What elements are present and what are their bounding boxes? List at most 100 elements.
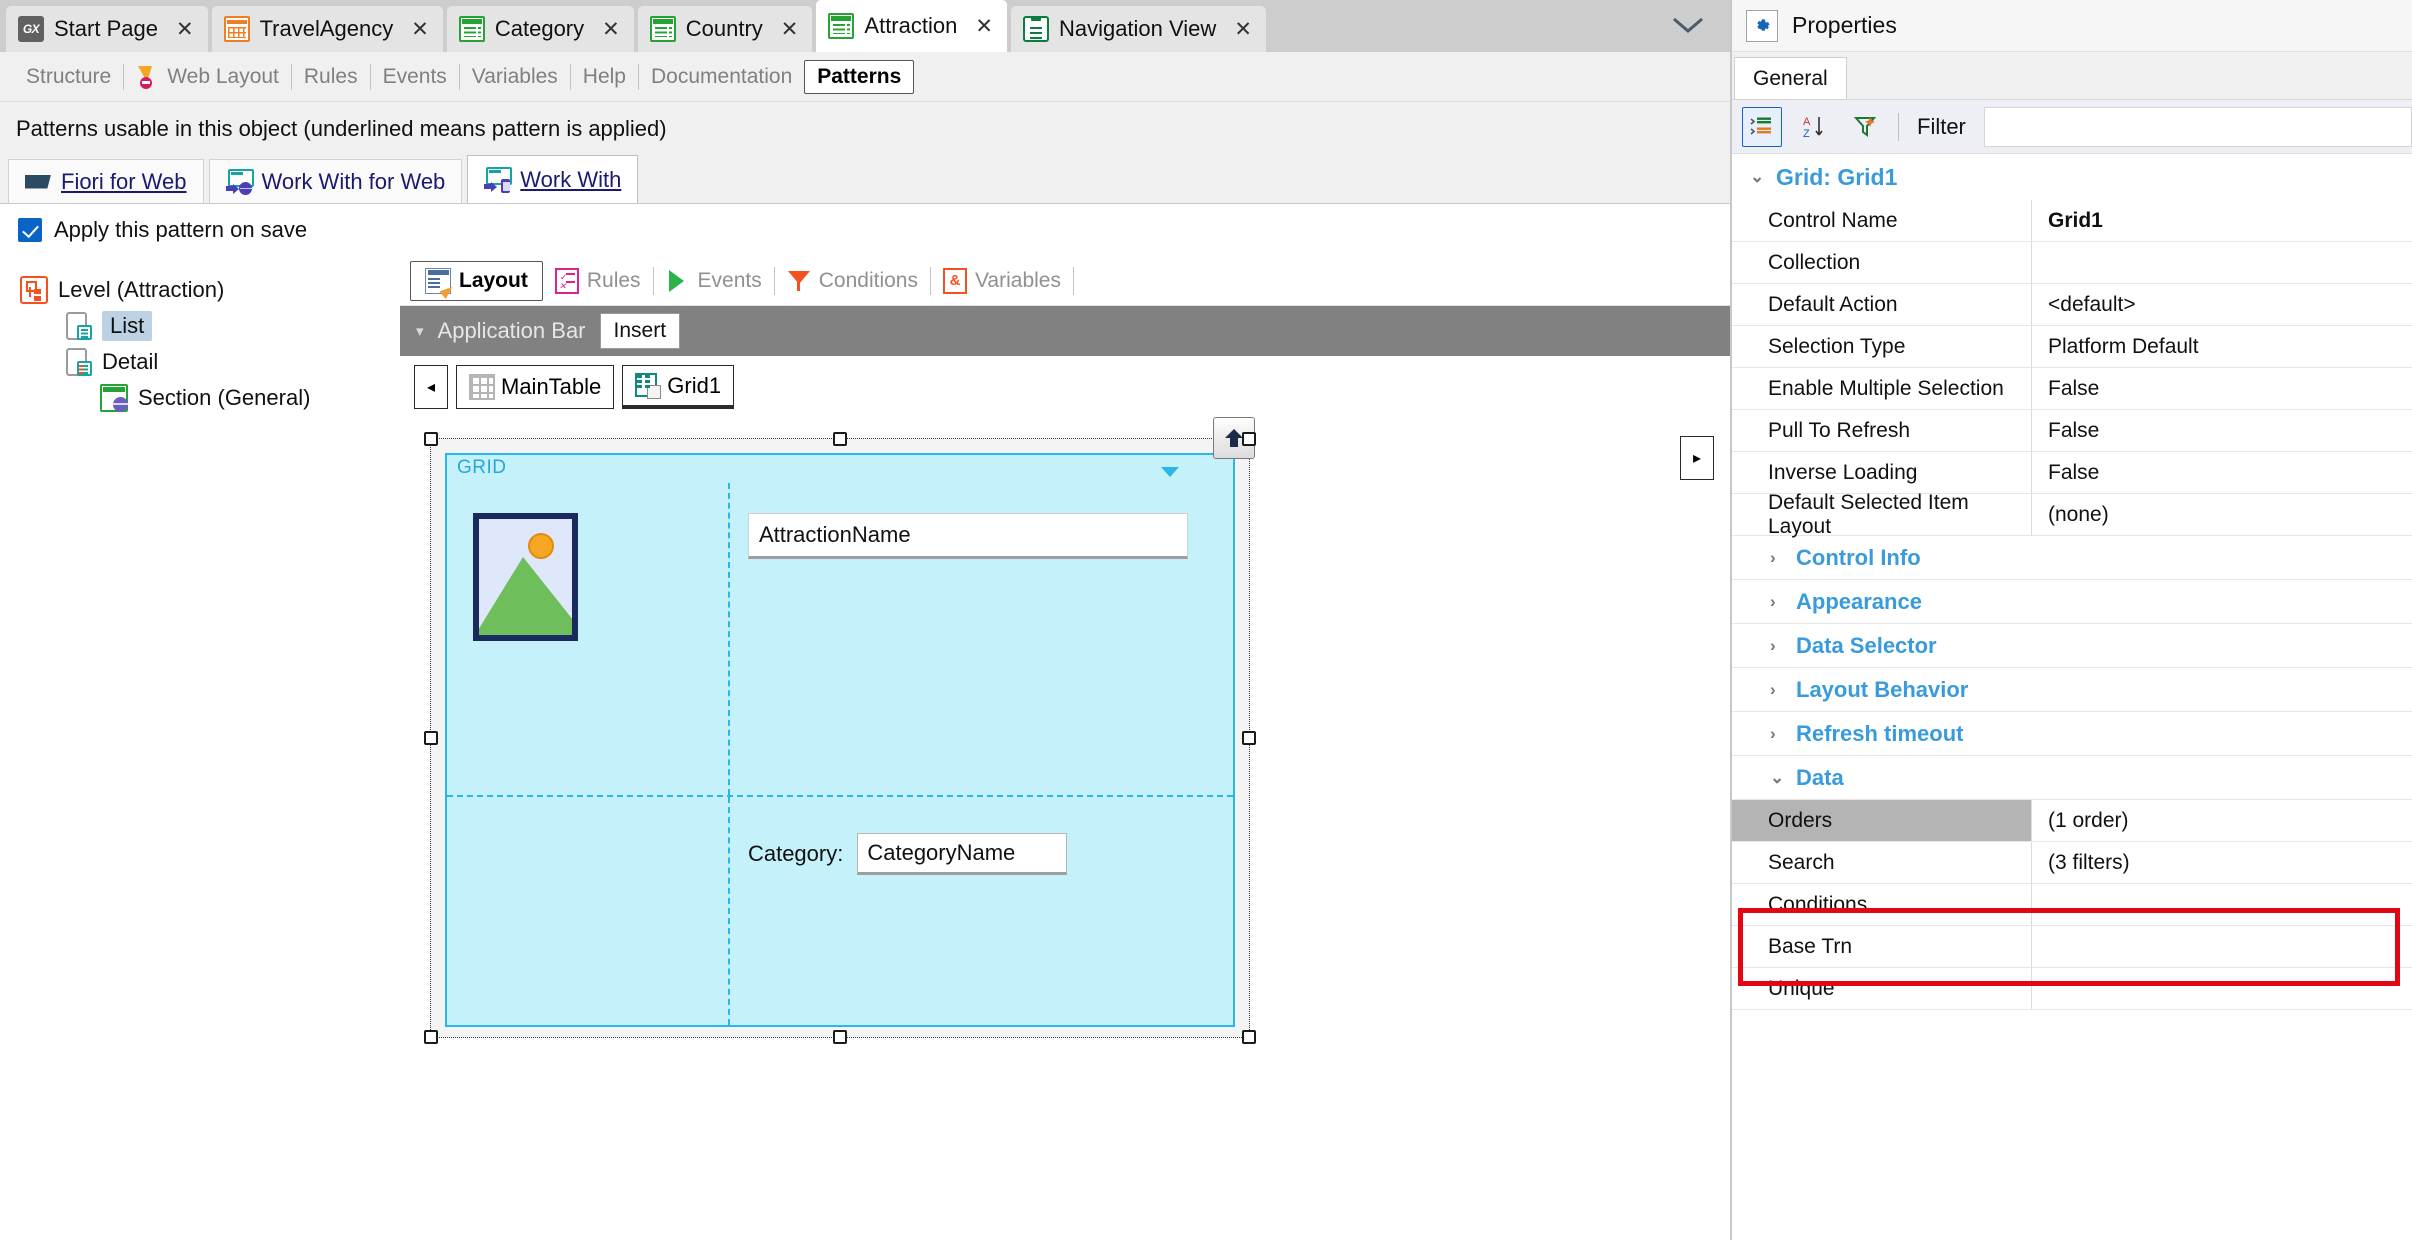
breadcrumb-item-maintable[interactable]: MainTable — [456, 365, 615, 409]
filter-input[interactable] — [1983, 106, 2412, 147]
tab-label: Start Page — [54, 16, 158, 41]
tab-navigation-view[interactable]: Navigation View ✕ — [1010, 6, 1266, 52]
property-row-default-selected-item-layout[interactable]: Default Selected Item Layout (none) — [1732, 491, 2412, 538]
objtab-documentation[interactable]: Documentation — [639, 65, 804, 89]
objtab-structure[interactable]: Structure — [14, 65, 123, 89]
properties-group-header[interactable]: ⌄ Grid: Grid1 — [1732, 154, 2412, 200]
property-value[interactable] — [2032, 884, 2412, 925]
property-subgroup-data-selector[interactable]: › Data Selector — [1732, 624, 2412, 668]
close-icon[interactable]: ✕ — [602, 19, 620, 40]
resize-handle-br[interactable] — [1242, 1030, 1256, 1044]
sort-az-icon[interactable]: A Z — [1794, 107, 1834, 147]
funnel-icon[interactable] — [1846, 107, 1886, 147]
breadcrumb-item-grid1[interactable]: Grid1 — [622, 365, 735, 409]
designer-tab-variables[interactable]: & Variables — [931, 267, 1073, 294]
close-icon[interactable]: ✕ — [1234, 19, 1252, 40]
tab-start-page[interactable]: GX Start Page ✕ — [6, 6, 208, 52]
tree-node-list[interactable]: List — [20, 308, 400, 344]
chevron-down-icon[interactable] — [1666, 8, 1710, 42]
close-icon[interactable]: ✕ — [781, 19, 799, 40]
property-value[interactable] — [2032, 968, 2412, 1009]
grid-cell-attraction-name[interactable]: AttractionName — [730, 483, 1233, 795]
objtab-events[interactable]: Events — [371, 65, 459, 89]
property-row-orders[interactable]: Orders (1 order) — [1732, 800, 2412, 842]
objtab-web-layout[interactable]: Web Layout — [124, 65, 291, 89]
property-subgroup-refresh-timeout[interactable]: › Refresh timeout — [1732, 712, 2412, 756]
objtab-patterns[interactable]: Patterns — [804, 59, 915, 94]
attraction-name-field[interactable]: AttractionName — [747, 513, 1188, 559]
insert-button[interactable]: Insert — [599, 313, 681, 349]
resize-handle-tl[interactable] — [424, 432, 438, 446]
tree-node-detail[interactable]: Detail — [20, 344, 400, 380]
property-row-base-trn[interactable]: Base Trn — [1732, 926, 2412, 968]
tab-travelagency[interactable]: TravelAgency ✕ — [211, 6, 443, 52]
tab-category[interactable]: Category ✕ — [446, 6, 634, 52]
objtab-variables[interactable]: Variables — [460, 65, 570, 89]
close-icon[interactable]: ✕ — [176, 19, 194, 40]
objtab-rules[interactable]: Rules — [292, 65, 370, 89]
designer-tab-events[interactable]: Events — [654, 268, 774, 294]
property-row-inverse-loading[interactable]: Inverse Loading False — [1732, 452, 2412, 494]
designer-tab-conditions[interactable]: Conditions — [775, 268, 930, 294]
property-row-pull-to-refresh[interactable]: Pull To Refresh False — [1732, 410, 2412, 452]
properties-tab-general[interactable]: General — [1734, 57, 1847, 99]
property-row-control-name[interactable]: Control Name Grid1 — [1732, 200, 2412, 242]
property-value[interactable]: <default> — [2032, 284, 2412, 325]
tree-node-section-general[interactable]: Section (General) — [20, 380, 400, 416]
property-row-enable-multiple-selection[interactable]: Enable Multiple Selection False — [1732, 368, 2412, 410]
grid-cell-category[interactable]: Category: CategoryName — [730, 797, 1233, 1025]
property-subgroup-layout-behavior[interactable]: › Layout Behavior — [1732, 668, 2412, 712]
tab-attraction[interactable]: Attraction ✕ — [816, 0, 1007, 52]
pattern-tab-work-with[interactable]: Work With — [467, 155, 639, 203]
pattern-tab-work-with-for-web[interactable]: Work With for Web — [208, 159, 463, 203]
close-icon[interactable]: ✕ — [411, 19, 429, 40]
resize-handle-tr[interactable] — [1242, 432, 1256, 446]
property-value[interactable]: (none) — [2032, 494, 2412, 535]
property-row-conditions[interactable]: Conditions — [1732, 884, 2412, 926]
resize-handle-bl[interactable] — [424, 1030, 438, 1044]
grid-selection-frame[interactable]: GRID AttractionName Category: CategoryNa… — [424, 417, 1256, 1044]
tree-node-label: Detail — [102, 349, 159, 374]
property-value[interactable] — [2032, 242, 2412, 283]
grid-cell-image[interactable] — [447, 483, 730, 796]
grid-control[interactable]: GRID AttractionName Category: CategoryNa… — [445, 453, 1235, 1027]
breadcrumb-forward-button[interactable]: ▸ — [1680, 436, 1714, 480]
tree-node-level-attraction[interactable]: Level (Attraction) — [20, 272, 400, 308]
grid-cell-empty[interactable] — [447, 797, 730, 1025]
resize-handle-bc[interactable] — [833, 1030, 847, 1044]
resize-handle-tc[interactable] — [833, 432, 847, 446]
close-icon[interactable]: ✕ — [975, 16, 993, 37]
designer-tab-rules[interactable]: ✕ Rules — [543, 267, 653, 294]
caret-down-icon[interactable] — [1161, 467, 1179, 477]
property-row-selection-type[interactable]: Selection Type Platform Default — [1732, 326, 2412, 368]
objtab-help[interactable]: Help — [571, 65, 638, 89]
property-value[interactable] — [2032, 926, 2412, 967]
categorized-list-icon[interactable] — [1742, 106, 1782, 147]
property-row-unique[interactable]: Unique — [1732, 968, 2412, 1010]
property-value[interactable]: False — [2032, 368, 2412, 409]
resize-handle-mr[interactable] — [1242, 731, 1256, 745]
tree-node-label: List — [102, 311, 153, 341]
apply-pattern-checkbox[interactable] — [18, 218, 42, 242]
property-subgroup-appearance[interactable]: › Appearance — [1732, 580, 2412, 624]
breadcrumb-back-button[interactable]: ◂ — [414, 365, 448, 409]
property-row-collection[interactable]: Collection — [1732, 242, 2412, 284]
pattern-tab-fiori-for-web[interactable]: Fiori for Web — [8, 159, 204, 203]
property-value[interactable]: False — [2032, 452, 2412, 493]
gear-icon[interactable] — [1746, 9, 1778, 42]
property-subgroup-data[interactable]: ⌄ Data — [1732, 756, 2412, 800]
category-name-field[interactable]: CategoryName — [857, 833, 1068, 876]
property-row-search[interactable]: Search (3 filters) — [1732, 842, 2412, 884]
designer-tab-layout[interactable]: Layout — [410, 260, 543, 301]
caret-down-icon[interactable]: ▾ — [416, 322, 424, 340]
resize-handle-ml[interactable] — [424, 731, 438, 745]
property-subgroup-control-info[interactable]: › Control Info — [1732, 536, 2412, 580]
property-value[interactable]: Grid1 — [2032, 200, 2412, 241]
objtab-label: Help — [582, 64, 626, 88]
tab-country[interactable]: Country ✕ — [637, 6, 813, 52]
property-value[interactable]: False — [2032, 410, 2412, 451]
property-row-default-action[interactable]: Default Action <default> — [1732, 284, 2412, 326]
property-value[interactable]: Platform Default — [2032, 326, 2412, 367]
property-value[interactable]: (3 filters) — [2032, 842, 2412, 883]
property-value[interactable]: (1 order) — [2032, 800, 2412, 841]
